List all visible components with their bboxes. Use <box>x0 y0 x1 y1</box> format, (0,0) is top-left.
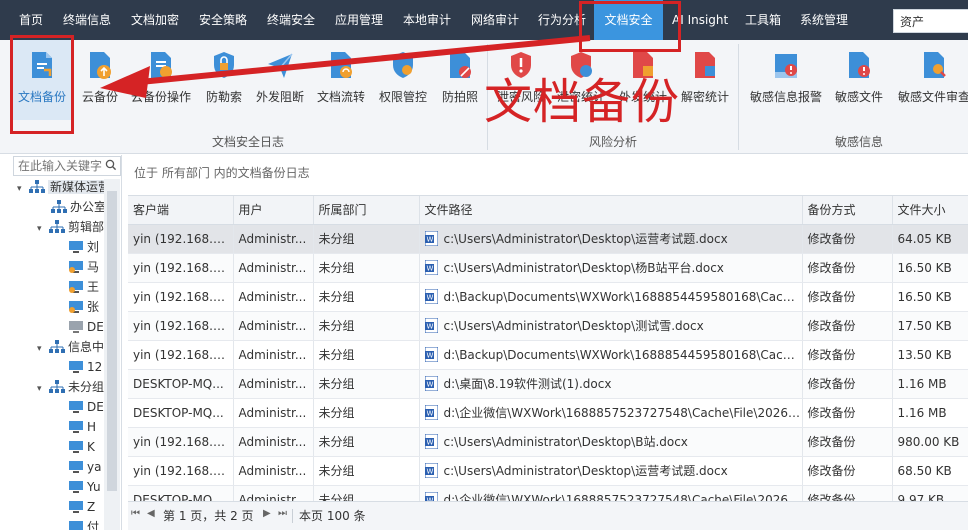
annotation-caption: 文档备份 <box>484 74 681 130</box>
